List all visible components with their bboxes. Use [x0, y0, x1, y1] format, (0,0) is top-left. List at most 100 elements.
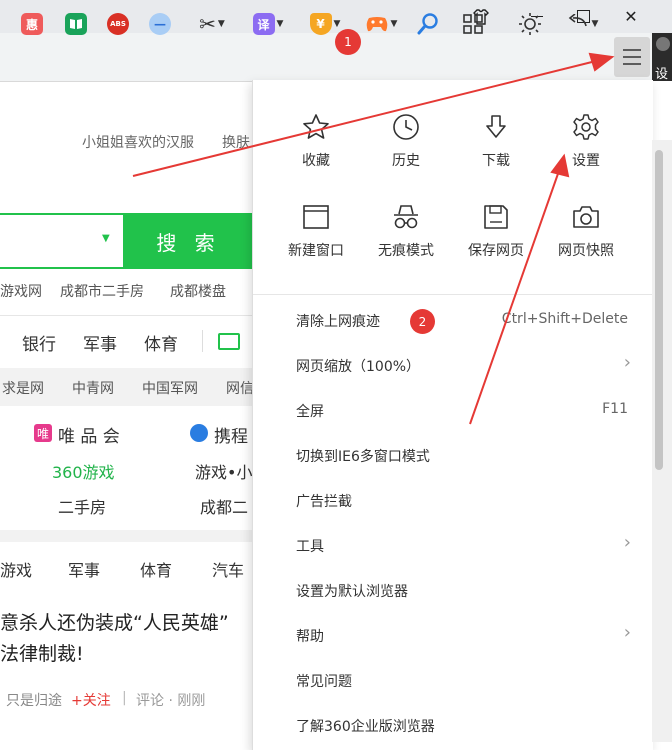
search-button[interactable]: 搜 索 — [123, 213, 254, 269]
menu-favorites[interactable]: 收藏 — [271, 112, 361, 192]
site-link[interactable]: 中青网 — [72, 378, 114, 398]
chevron-right-icon: › — [623, 622, 631, 643]
scissors-icon: ✂ — [199, 12, 216, 36]
nav-tab[interactable]: 体育 — [144, 330, 178, 355]
ext-book-button[interactable] — [62, 8, 90, 40]
download-icon — [486, 115, 506, 138]
menu-ie6-mode[interactable]: 切换到IE6多窗口模式 — [253, 438, 653, 472]
menu-zoom[interactable]: 网页缩放（100%） › — [253, 348, 653, 382]
grid-icon — [463, 14, 483, 34]
news-headline[interactable]: 法律制裁! — [0, 639, 84, 666]
ext-abs-button[interactable]: ABS — [104, 8, 132, 40]
menu-item-label: 常见问题 — [296, 674, 352, 690]
menu-settings[interactable]: 设置 — [541, 112, 631, 192]
abs-icon: ABS — [107, 13, 129, 35]
divider — [0, 315, 252, 316]
annotation-badge-1: 1 — [335, 29, 361, 55]
news-tab[interactable]: 汽车 — [212, 557, 244, 581]
divider — [202, 330, 203, 352]
news-tab[interactable]: 体育 — [140, 557, 172, 581]
news-author[interactable]: 只是归途 — [6, 690, 62, 710]
news-headline[interactable]: 意杀人还伪装成“人民英雄” — [0, 608, 229, 635]
promo-link[interactable]: 小姐姐喜欢的汉服 — [82, 132, 194, 152]
menu-fullscreen[interactable]: 全屏 F11 — [253, 393, 653, 427]
menu-snapshot[interactable]: 网页快照 — [541, 202, 631, 282]
id-card-icon[interactable] — [218, 333, 240, 350]
news-tab[interactable]: 游戏 — [0, 557, 32, 581]
site-tile[interactable]: 360游戏 — [52, 459, 115, 483]
menu-downloads[interactable]: 下载 — [451, 112, 541, 192]
menu-grid-label: 历史 — [392, 153, 420, 169]
menu-history[interactable]: 历史 — [361, 112, 451, 192]
quick-link[interactable]: 成都市二手房 — [60, 281, 144, 301]
caret-icon: ▼ — [276, 19, 284, 29]
site-link[interactable]: 网信 — [226, 378, 254, 398]
menu-grid-label: 下载 — [482, 153, 510, 169]
news-comment[interactable]: 评论 · 刚刚 — [136, 690, 205, 710]
search-dropdown-icon[interactable]: ▼ — [102, 233, 110, 244]
menu-tools[interactable]: 工具 › — [253, 528, 653, 562]
ctrip-logo-icon — [190, 424, 208, 442]
site-link[interactable]: 求是网 — [2, 378, 44, 398]
quick-link[interactable]: 成都楼盘 — [170, 281, 226, 301]
menu-grid-label: 无痕模式 — [378, 243, 434, 259]
main-menu-button[interactable] — [614, 37, 650, 77]
site-tile[interactable]: 唯 品 会 — [58, 422, 120, 447]
site-link[interactable]: 中国军网 — [142, 378, 198, 398]
ext-hui-button[interactable]: 惠 — [18, 8, 46, 40]
menu-clear-history[interactable]: 清除上网痕迹 Ctrl+Shift+Delete — [253, 303, 653, 337]
divider — [0, 530, 252, 542]
menu-item-label: 帮助 — [296, 629, 324, 645]
menu-incognito[interactable]: 无痕模式 — [361, 202, 451, 282]
site-tile[interactable]: 二手房 — [58, 494, 106, 518]
translate-icon: 译 — [252, 13, 275, 35]
menu-faq[interactable]: 常见问题 — [253, 663, 653, 697]
ext-scissors-button[interactable]: ✂ ▼ — [192, 8, 232, 40]
menu-item-shortcut: Ctrl+Shift+Delete — [501, 311, 628, 327]
menu-default-browser[interactable]: 设置为默认浏览器 — [253, 573, 653, 607]
skin-link[interactable]: 换肤 — [222, 132, 250, 152]
undo-close-tab-button[interactable]: ▼ — [562, 8, 602, 40]
search-tool-button[interactable] — [412, 8, 444, 40]
ext-translate-button[interactable]: 译 ▼ — [248, 8, 288, 40]
annotation-badge-2: 2 — [410, 309, 435, 334]
menu-grid-label: 网页快照 — [558, 243, 614, 259]
news-tab[interactable]: 军事 — [68, 557, 100, 581]
menu-item-label: 广告拦截 — [296, 494, 352, 510]
nav-tab[interactable]: 军事 — [83, 330, 117, 355]
follow-button[interactable]: +关注 — [71, 690, 111, 710]
grid-apps-button[interactable] — [456, 8, 490, 40]
site-tile[interactable]: 成都二 — [200, 494, 248, 518]
search-input[interactable]: ▼ — [0, 213, 124, 269]
menu-help[interactable]: 帮助 › — [253, 618, 653, 652]
scrollbar-thumb[interactable] — [655, 150, 663, 470]
user-label: 设 — [655, 67, 669, 82]
close-button[interactable]: ✕ — [608, 0, 654, 33]
meta-separator: | — [122, 690, 127, 706]
menu-item-shortcut: F11 — [602, 401, 628, 417]
caret-icon: ▼ — [591, 19, 599, 29]
menu-save-page[interactable]: 保存网页 — [451, 202, 541, 282]
quick-link[interactable]: 游戏网 — [0, 281, 42, 301]
nav-tab[interactable]: 银行 — [22, 330, 56, 355]
window-icon — [303, 205, 329, 229]
menu-item-label: 清除上网痕迹 — [296, 314, 380, 330]
site-tile[interactable]: 携程 — [214, 422, 248, 447]
menu-enterprise[interactable]: 了解360企业版浏览器 — [253, 708, 653, 742]
sun-icon — [519, 13, 541, 35]
brightness-button[interactable] — [512, 8, 548, 40]
ext-minus-button[interactable]: — — [146, 8, 174, 40]
hui-icon: 惠 — [21, 13, 43, 35]
menu-new-window[interactable]: 新建窗口 — [271, 202, 361, 282]
caret-icon: ▼ — [217, 19, 225, 29]
magnifier-icon — [417, 13, 438, 35]
menu-item-label: 全屏 — [296, 404, 324, 420]
ext-game-button[interactable]: ▼ — [360, 8, 402, 40]
gamepad-icon — [366, 17, 387, 32]
menu-ad-block[interactable]: 广告拦截 — [253, 483, 653, 517]
vip-logo-icon: 唯 — [34, 424, 52, 442]
star-icon — [303, 114, 329, 139]
site-tile[interactable]: 游戏•小 — [195, 459, 252, 483]
avatar[interactable] — [656, 37, 670, 51]
undo-icon — [568, 14, 587, 27]
